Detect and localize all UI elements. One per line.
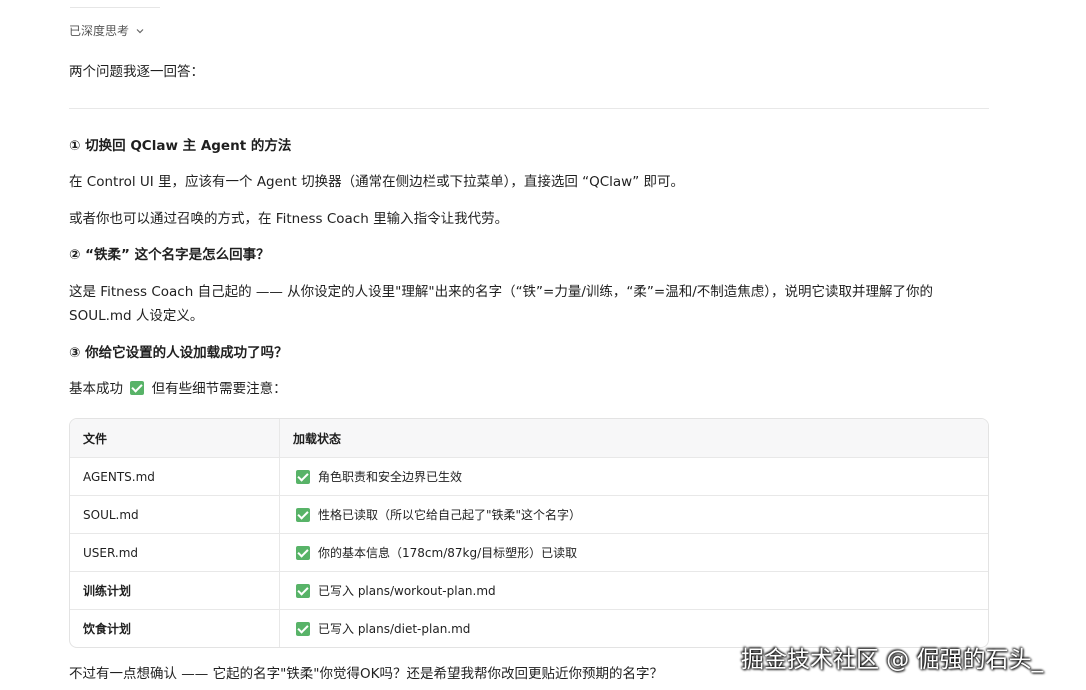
table-header-file: 文件	[70, 419, 280, 457]
watermark: 掘金技术社区 @ 倔强的石头_	[741, 647, 1044, 673]
table-cell-status: 你的基本信息（178cm/87kg/目标塑形）已读取	[280, 534, 988, 571]
check-icon	[296, 583, 310, 598]
section3-heading: ③ 你给它设置的人设加载成功了吗？	[69, 345, 288, 361]
closing-question: 不过有一点想确认 —— 它起的名字"铁柔"你觉得OK吗？还是希望我帮你改回更贴近…	[69, 666, 663, 682]
table-row: USER.md 你的基本信息（178cm/87kg/目标塑形）已读取	[70, 533, 988, 571]
check-icon	[296, 507, 310, 522]
status-text: 你的基本信息（178cm/87kg/目标塑形）已读取	[318, 546, 578, 560]
deep-thinking-toggle[interactable]: 已深度思考	[69, 22, 145, 39]
section2-paragraph-line2: SOUL.md 人设定义。	[69, 308, 204, 324]
table-cell-file: SOUL.md	[70, 496, 280, 533]
status-text: 性格已读取（所以它给自己起了"铁柔"这个名字）	[318, 508, 582, 522]
table-header-row: 文件 加载状态	[70, 419, 988, 457]
table-cell-file: 饮食计划	[70, 610, 280, 647]
table-cell-file: USER.md	[70, 534, 280, 571]
divider-top	[70, 7, 160, 8]
status-text: 角色职责和安全边界已生效	[318, 470, 463, 484]
table-cell-file: AGENTS.md	[70, 458, 280, 495]
table-cell-file: 训练计划	[70, 572, 280, 609]
status-text: 已写入 plans/diet-plan.md	[318, 622, 471, 636]
section-divider	[69, 108, 989, 109]
check-icon	[296, 545, 310, 560]
table-row: AGENTS.md 角色职责和安全边界已生效	[70, 457, 988, 495]
table-cell-status: 性格已读取（所以它给自己起了"铁柔"这个名字）	[280, 496, 988, 533]
table-header-status: 加载状态	[293, 431, 342, 446]
deep-thinking-label: 已深度思考	[69, 24, 130, 38]
table-row: 训练计划 已写入 plans/workout-plan.md	[70, 571, 988, 609]
chevron-down-icon	[136, 28, 144, 33]
check-icon	[296, 469, 310, 484]
load-status-table: 文件 加载状态 AGENTS.md 角色职责和安全边界已生效 SOUL.md 性…	[69, 418, 989, 648]
section3-paragraph: 基本成功 但有些细节需要注意：	[69, 377, 287, 401]
table-cell-status: 已写入 plans/workout-plan.md	[280, 572, 988, 609]
intro-text: 两个问题我逐一回答：	[69, 64, 204, 80]
section1-heading: ① 切换回 QClaw 主 Agent 的方法	[69, 138, 292, 154]
section1-paragraph1: 在 Control UI 里，应该有一个 Agent 切换器（通常在侧边栏或下拉…	[69, 174, 685, 190]
section2-heading: ② “铁柔” 这个名字是怎么回事？	[69, 247, 270, 263]
check-icon	[130, 381, 145, 395]
section3-text-after: 但有些细节需要注意：	[151, 381, 287, 397]
status-text: 已写入 plans/workout-plan.md	[318, 584, 496, 598]
table-row: SOUL.md 性格已读取（所以它给自己起了"铁柔"这个名字）	[70, 495, 988, 533]
section1-paragraph2: 或者你也可以通过召唤的方式，在 Fitness Coach 里输入指令让我代劳。	[69, 211, 509, 227]
check-icon	[296, 621, 310, 636]
section3-text-before: 基本成功	[69, 381, 123, 397]
table-cell-status: 角色职责和安全边界已生效	[280, 458, 988, 495]
section2-paragraph-line1: 这是 Fitness Coach 自己起的 —— 从你设定的人设里"理解"出来的…	[69, 284, 934, 300]
